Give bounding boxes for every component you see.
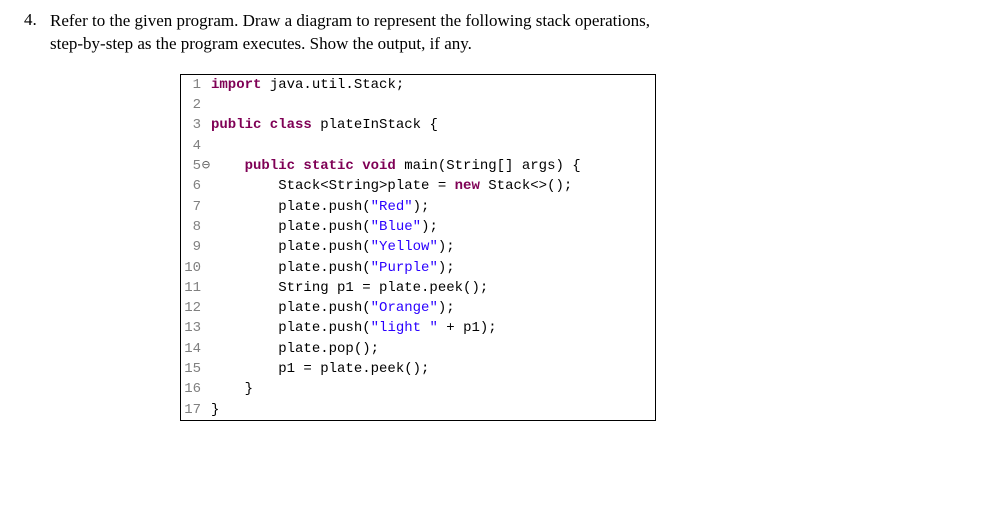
question-number: 4. bbox=[20, 10, 50, 30]
code-line: 12 plate.push("Orange"); bbox=[181, 298, 655, 318]
line-number: 9 bbox=[181, 237, 211, 257]
code-line: 6 Stack<String>plate = new Stack<>(); bbox=[181, 176, 655, 196]
code-listing: 1import java.util.Stack;2 3public class … bbox=[180, 74, 656, 421]
code-content: plate.push("Blue"); bbox=[211, 217, 655, 237]
question-line1: Refer to the given program. Draw a diagr… bbox=[50, 11, 650, 30]
code-content: plate.push("light " + p1); bbox=[211, 318, 655, 338]
line-number: 14 bbox=[181, 339, 211, 359]
code-content: plate.push("Orange"); bbox=[211, 298, 655, 318]
line-number: 17 bbox=[181, 400, 211, 420]
code-content: plate.push("Red"); bbox=[211, 197, 655, 217]
line-number: 11 bbox=[181, 278, 211, 298]
code-line: 4 bbox=[181, 136, 655, 156]
code-content bbox=[211, 136, 655, 156]
code-line: 17} bbox=[181, 400, 655, 420]
code-line: 10 plate.push("Purple"); bbox=[181, 258, 655, 278]
line-number: 5⊖ bbox=[181, 156, 211, 176]
line-number: 8 bbox=[181, 217, 211, 237]
code-line: 1import java.util.Stack; bbox=[181, 75, 655, 95]
question-line2: step-by-step as the program executes. Sh… bbox=[50, 34, 472, 53]
code-line: 13 plate.push("light " + p1); bbox=[181, 318, 655, 338]
line-number: 13 bbox=[181, 318, 211, 338]
code-content: plate.push("Yellow"); bbox=[211, 237, 655, 257]
code-content: Stack<String>plate = new Stack<>(); bbox=[211, 176, 655, 196]
line-number: 6 bbox=[181, 176, 211, 196]
code-content: p1 = plate.peek(); bbox=[211, 359, 655, 379]
code-line: 7 plate.push("Red"); bbox=[181, 197, 655, 217]
code-line: 14 plate.pop(); bbox=[181, 339, 655, 359]
fold-marker-icon: ⊖ bbox=[201, 156, 211, 176]
line-number: 2 bbox=[181, 95, 211, 115]
line-number: 10 bbox=[181, 258, 211, 278]
code-line: 15 p1 = plate.peek(); bbox=[181, 359, 655, 379]
code-line: 3public class plateInStack { bbox=[181, 115, 655, 135]
code-line: 8 plate.push("Blue"); bbox=[181, 217, 655, 237]
code-content: plate.push("Purple"); bbox=[211, 258, 655, 278]
code-line: 2 bbox=[181, 95, 655, 115]
code-content: } bbox=[211, 379, 655, 399]
code-line: 11 String p1 = plate.peek(); bbox=[181, 278, 655, 298]
code-content: } bbox=[211, 400, 655, 420]
code-content: public class plateInStack { bbox=[211, 115, 655, 135]
line-number: 3 bbox=[181, 115, 211, 135]
line-number: 16 bbox=[181, 379, 211, 399]
line-number: 12 bbox=[181, 298, 211, 318]
line-number: 4 bbox=[181, 136, 211, 156]
question-block: 4. Refer to the given program. Draw a di… bbox=[20, 10, 964, 56]
question-text: Refer to the given program. Draw a diagr… bbox=[50, 10, 964, 56]
line-number: 15 bbox=[181, 359, 211, 379]
code-line: 9 plate.push("Yellow"); bbox=[181, 237, 655, 257]
line-number: 7 bbox=[181, 197, 211, 217]
code-content bbox=[211, 95, 655, 115]
code-table: 1import java.util.Stack;2 3public class … bbox=[181, 75, 655, 420]
code-content: plate.pop(); bbox=[211, 339, 655, 359]
code-line: 16 } bbox=[181, 379, 655, 399]
line-number: 1 bbox=[181, 75, 211, 95]
code-content: String p1 = plate.peek(); bbox=[211, 278, 655, 298]
code-line: 5⊖ public static void main(String[] args… bbox=[181, 156, 655, 176]
code-content: public static void main(String[] args) { bbox=[211, 156, 655, 176]
code-content: import java.util.Stack; bbox=[211, 75, 655, 95]
